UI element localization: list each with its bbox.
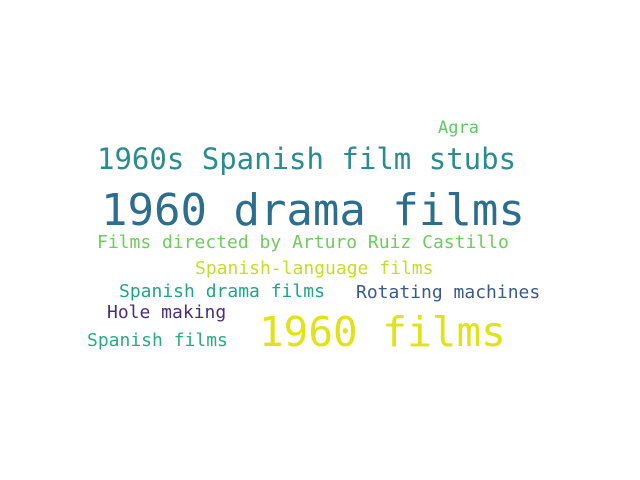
word-1960-films: 1960 films xyxy=(259,308,506,356)
word-films-directed-by-arturo-ruiz-castillo: Films directed by Arturo Ruiz Castillo xyxy=(97,232,509,253)
word-1960s-spanish-film-stubs: 1960s Spanish film stubs xyxy=(97,142,517,176)
word-spanish-drama-films: Spanish drama films xyxy=(119,281,325,302)
word-hole-making: Hole making xyxy=(107,302,227,323)
word-agra: Agra xyxy=(438,118,479,138)
word-1960-drama-films: 1960 drama films xyxy=(101,185,525,236)
word-rotating-machines: Rotating machines xyxy=(356,282,541,303)
word-spanish-films: Spanish films xyxy=(87,330,228,351)
word-cloud: Agra 1960s Spanish film stubs 1960 drama… xyxy=(0,0,640,480)
word-spanish-language-films: Spanish-language films xyxy=(195,258,434,279)
